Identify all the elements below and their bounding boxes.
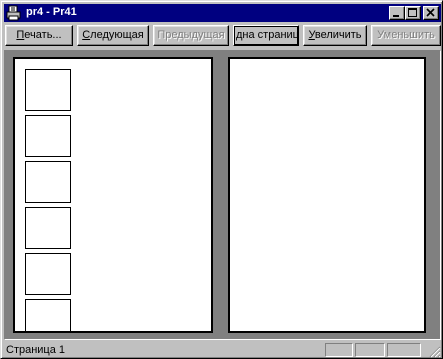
minimize-button[interactable] xyxy=(389,6,405,20)
report-cell xyxy=(25,299,71,331)
report-cell xyxy=(25,115,71,157)
resize-grip-icon[interactable] xyxy=(429,346,441,358)
close-icon xyxy=(426,8,435,17)
zoom-in-button[interactable]: Увеличить xyxy=(303,25,367,46)
print-preview-window: pr4 - Pr41 Печать... Следующая Предыдуща… xyxy=(0,0,443,359)
status-panel xyxy=(325,343,353,357)
report-cell xyxy=(25,69,71,111)
status-panel xyxy=(387,343,421,357)
status-panel xyxy=(355,343,385,357)
report-cell xyxy=(25,253,71,295)
maximize-icon xyxy=(408,8,417,17)
preview-area[interactable] xyxy=(4,50,441,340)
print-button[interactable]: Печать... xyxy=(5,25,73,46)
left-page[interactable] xyxy=(13,57,213,333)
next-button-label: ледующая xyxy=(90,29,144,41)
zoom-out-button[interactable]: Уменьшить xyxy=(371,25,441,46)
print-button-label: ечать... xyxy=(24,29,62,41)
zoom-out-label: Уменьшить xyxy=(377,29,435,41)
next-page-button[interactable]: Следующая xyxy=(77,25,149,46)
report-cell xyxy=(25,161,71,203)
title-bar[interactable]: pr4 - Pr41 xyxy=(4,4,441,22)
preview-toolbar: Печать... Следующая Предыдущая дна стран… xyxy=(4,25,441,47)
previous-page-button[interactable]: Предыдущая xyxy=(153,25,229,46)
close-button[interactable] xyxy=(423,6,439,20)
window-title: pr4 - Pr41 xyxy=(26,6,77,18)
one-page-button-label: дна страниц xyxy=(236,29,299,41)
status-bar: Страница 1 xyxy=(4,342,441,358)
minimize-icon xyxy=(393,15,399,17)
printer-icon[interactable] xyxy=(6,5,22,21)
maximize-button[interactable] xyxy=(405,6,421,20)
status-page-text: Страница 1 xyxy=(6,344,66,356)
next-button-accel: С xyxy=(82,29,91,41)
one-page-button[interactable]: дна страниц xyxy=(233,25,299,46)
report-cell xyxy=(25,207,71,249)
right-page[interactable] xyxy=(228,57,426,333)
previous-button-label: Предыдущая xyxy=(157,29,225,41)
zoom-in-label: величить xyxy=(314,29,362,41)
